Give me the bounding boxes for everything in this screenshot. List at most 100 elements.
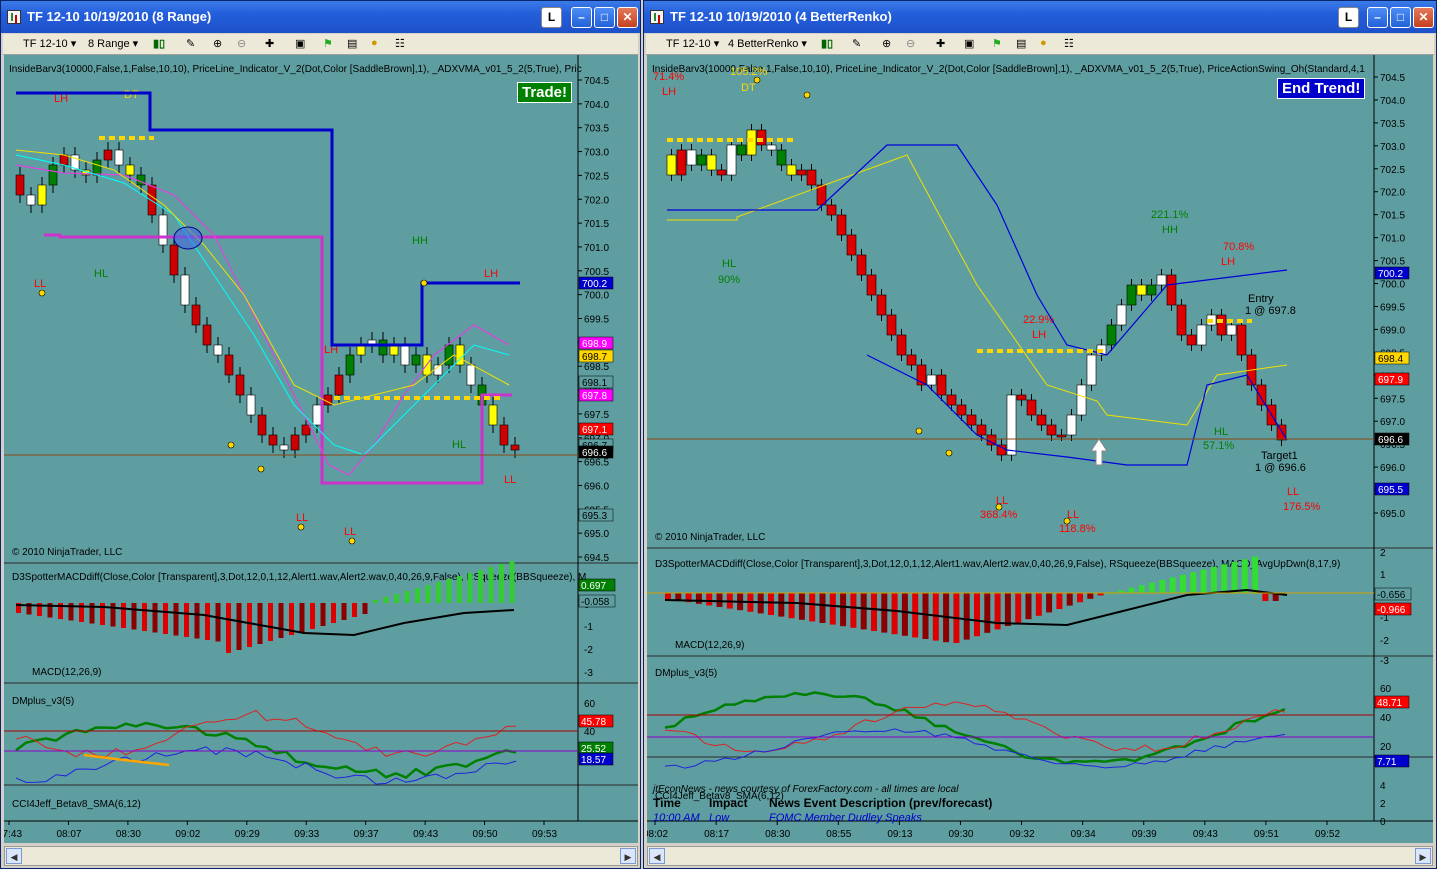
swing-annotation: LH xyxy=(1032,329,1046,341)
candle-body xyxy=(816,184,827,206)
macd-histogram-bar xyxy=(860,593,867,630)
swing-annotation: HH xyxy=(1162,224,1178,236)
macd-histogram-bar xyxy=(415,588,420,603)
macd-histogram-bar xyxy=(1025,593,1032,620)
price-tag-label: 700.2 xyxy=(1378,269,1403,280)
swing-dot xyxy=(38,289,46,297)
instrument-selector[interactable]: TF 12-10 ▾ xyxy=(23,37,76,50)
price-tick-label: 700.0 xyxy=(1380,280,1405,291)
macd-histogram-bar xyxy=(1262,593,1269,601)
candle-body xyxy=(896,334,907,356)
price-tick-label: 699.5 xyxy=(1380,302,1405,313)
candle-body xyxy=(1006,394,1017,456)
swing-annotation: LH xyxy=(484,268,498,280)
period-selector[interactable]: 8 Range ▾ xyxy=(88,37,138,50)
strategy-icon[interactable]: ⚑ xyxy=(323,37,337,51)
left-chart-area[interactable]: 704.5 704.0 703.5 703.0 702.5 702.0 701.5 701.0… xyxy=(4,55,638,843)
candle-body xyxy=(726,144,737,176)
price-tick-label: 696.0 xyxy=(584,481,609,492)
candle-body xyxy=(466,364,476,386)
macd-histogram-bar xyxy=(665,593,671,599)
link-button[interactable]: L xyxy=(1338,7,1359,28)
pen-icon[interactable]: ✎ xyxy=(186,37,200,51)
macd-histogram-bar xyxy=(1004,593,1011,626)
price-tick-label: 701.5 xyxy=(1380,211,1405,222)
macd-histogram-bar xyxy=(850,593,857,628)
coin-icon[interactable]: ● xyxy=(1040,37,1054,51)
macd-histogram-bar xyxy=(236,603,242,650)
macd-histogram-bar xyxy=(121,603,126,628)
time-tick-label: 08:17 xyxy=(704,829,729,840)
macd-histogram-bar xyxy=(268,603,273,641)
macd-histogram-bar xyxy=(1056,593,1063,609)
price-tick-label: 701.0 xyxy=(1380,234,1405,245)
zoom-out-icon[interactable]: ⊖ xyxy=(237,37,251,51)
properties-list-icon[interactable]: ☷ xyxy=(395,37,409,51)
candle-body xyxy=(706,154,717,171)
minimize-button[interactable]: – xyxy=(1367,7,1388,28)
price-tick-label: 697.0 xyxy=(1380,417,1405,428)
dm-indicator-label: DMplus_v3(5) xyxy=(12,696,74,707)
swing-annotation: DT xyxy=(124,89,139,101)
bar-style-icon[interactable]: ▮▯ xyxy=(153,37,167,51)
dm-minus-line xyxy=(664,701,1286,753)
left-title-bar[interactable]: TF 12-10 10/19/2010 (8 Range) L – □ ✕ xyxy=(1,1,640,33)
scroll-right-button[interactable]: ▶ xyxy=(1415,848,1431,864)
maximize-button[interactable]: □ xyxy=(594,7,615,28)
right-chart-area[interactable]: 704.5 704.0 703.5 703.0 702.5 702.0 701.5 701.0… xyxy=(647,55,1433,843)
right-toolbar: TF 12-10 ▾ 4 BetterRenko ▾ ▮▯ ✎ ⊕ ⊖ ✚ ▣ … xyxy=(646,34,1434,55)
macd-histogram-bar xyxy=(1169,577,1176,593)
left-chart-window: TF 12-10 10/19/2010 (8 Range) L – □ ✕ TF… xyxy=(0,0,641,869)
candle-body xyxy=(1216,314,1227,336)
bar-style-icon[interactable]: ▮▯ xyxy=(821,37,835,51)
crosshair-icon[interactable]: ✚ xyxy=(265,37,279,51)
right-horizontal-scrollbar[interactable]: ◀ ▶ xyxy=(647,846,1433,866)
crosshair-icon[interactable]: ✚ xyxy=(936,37,950,51)
coin-icon[interactable]: ● xyxy=(371,37,385,51)
period-selector[interactable]: 4 BetterRenko ▾ xyxy=(728,37,807,50)
scroll-right-button[interactable]: ▶ xyxy=(620,848,636,864)
link-button[interactable]: L xyxy=(541,7,562,28)
left-toolbar: TF 12-10 ▾ 8 Range ▾ ▮▯ ✎ ⊕ ⊖ ✚ ▣ ⚑ ▤ ● … xyxy=(3,34,638,55)
price-tick-label: 703.5 xyxy=(1380,119,1405,130)
zoom-out-icon[interactable]: ⊖ xyxy=(906,37,920,51)
right-title-bar[interactable]: TF 12-10 10/19/2010 (4 BetterRenko) L – … xyxy=(644,1,1436,33)
data-box-icon[interactable]: ▣ xyxy=(295,37,309,51)
strategy-icon[interactable]: ⚑ xyxy=(992,37,1006,51)
candle-body xyxy=(191,304,201,326)
macd-histogram-bar xyxy=(1231,561,1238,593)
price-tick-label: 704.0 xyxy=(584,100,609,111)
macd-histogram-bar xyxy=(809,593,816,622)
data-box-icon[interactable]: ▣ xyxy=(964,37,978,51)
price-tag-label: 697.1 xyxy=(582,425,607,436)
time-tick-label: 08:55 xyxy=(826,829,851,840)
candle-body xyxy=(510,444,520,451)
time-tick-label: 08:30 xyxy=(116,829,141,840)
macd-histogram-bar xyxy=(798,593,805,620)
close-button[interactable]: ✕ xyxy=(1413,7,1434,28)
price-tick-label: 701.0 xyxy=(584,243,609,254)
properties-list-icon[interactable]: ☷ xyxy=(1064,37,1078,51)
scroll-left-button[interactable]: ◀ xyxy=(649,848,665,864)
cci-tick-label: 2 xyxy=(1380,799,1386,810)
price-tick-label: 704.5 xyxy=(1380,73,1405,84)
scroll-left-button[interactable]: ◀ xyxy=(6,848,22,864)
zoom-in-icon[interactable]: ⊕ xyxy=(882,37,896,51)
time-tick-label: 09:32 xyxy=(1010,829,1035,840)
app-icon xyxy=(650,10,664,24)
instrument-selector[interactable]: TF 12-10 ▾ xyxy=(666,37,719,50)
close-button[interactable]: ✕ xyxy=(617,7,638,28)
pen-icon[interactable]: ✎ xyxy=(852,37,866,51)
price-tick-label: 703.0 xyxy=(584,148,609,159)
zoom-in-icon[interactable]: ⊕ xyxy=(213,37,227,51)
candle-body xyxy=(676,149,687,176)
candle-body xyxy=(686,149,697,166)
macd-histogram-bar xyxy=(871,593,877,631)
left-horizontal-scrollbar[interactable]: ◀ ▶ xyxy=(4,846,638,866)
maximize-button[interactable]: □ xyxy=(1390,7,1411,28)
macd-histogram-bar xyxy=(829,593,836,625)
minimize-button[interactable]: – xyxy=(571,7,592,28)
chart-properties-icon[interactable]: ▤ xyxy=(1016,37,1030,51)
swing-dot xyxy=(803,91,811,99)
chart-properties-icon[interactable]: ▤ xyxy=(347,37,361,51)
